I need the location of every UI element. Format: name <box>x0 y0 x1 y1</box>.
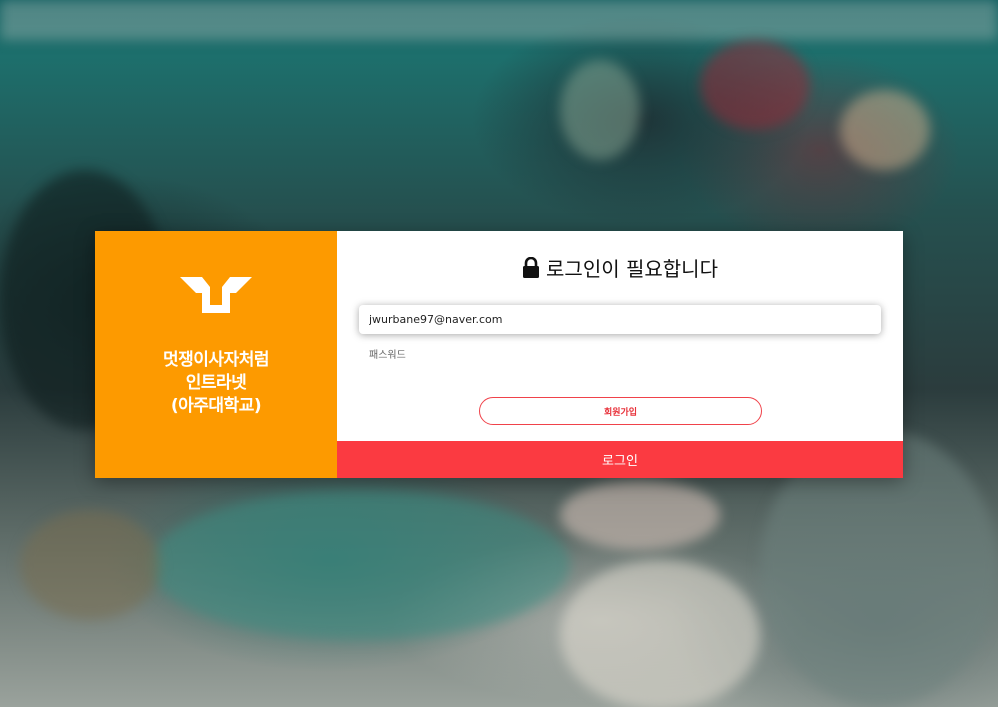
lock-icon <box>523 256 540 278</box>
login-title-text: 로그인이 필요합니다 <box>546 257 718 281</box>
login-form-panel: 로그인이 필요합니다 회원가입 로그인 <box>337 231 903 478</box>
brand-name: 멋쟁이사자처럼 인트라넷 (아주대학교) <box>163 349 269 418</box>
brand-panel: 멋쟁이사자처럼 인트라넷 (아주대학교) <box>95 231 337 478</box>
email-input[interactable] <box>359 305 881 334</box>
login-card: 멋쟁이사자처럼 인트라넷 (아주대학교) 로그인이 필요합니다 회원가입 로그인 <box>95 231 903 478</box>
login-button[interactable]: 로그인 <box>337 441 903 478</box>
lion-face-logo-icon <box>180 277 252 313</box>
password-input[interactable] <box>359 343 881 367</box>
brand-name-line3: (아주대학교) <box>170 396 262 416</box>
brand-name-line1: 멋쟁이사자처럼 <box>163 350 269 370</box>
signup-button[interactable]: 회원가입 <box>479 397 762 425</box>
brand-name-line2: 인트라넷 <box>185 373 247 393</box>
login-title: 로그인이 필요합니다 <box>337 253 903 282</box>
